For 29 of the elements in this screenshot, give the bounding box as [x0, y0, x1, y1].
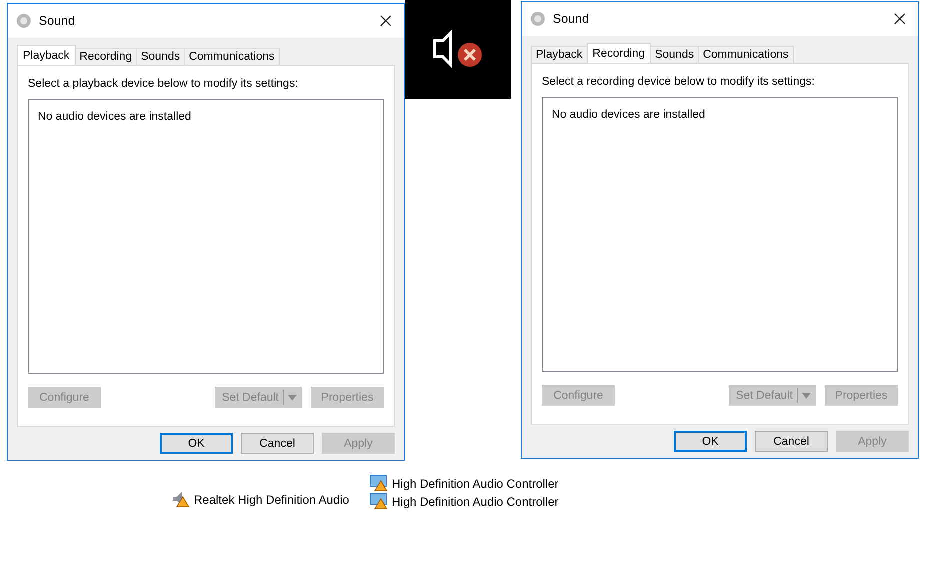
device-name[interactable]: High Definition Audio Controller [392, 476, 559, 490]
close-icon[interactable] [894, 13, 906, 25]
muted-speaker-icon [433, 28, 483, 70]
warning-monitor-icon [370, 493, 388, 510]
tab[interactable]: Playback [17, 45, 76, 65]
tab[interactable]: Communications [184, 48, 280, 65]
tab[interactable]: Playback [531, 46, 588, 63]
dialog-button[interactable]: Cancel [755, 431, 828, 452]
device-name[interactable]: Realtek High Definition Audio [194, 492, 350, 506]
instruction-text: Select a playback device below to modify its settings: [28, 78, 300, 90]
caret-icon [802, 392, 811, 398]
empty-list-message: No audio devices are installed [38, 111, 192, 123]
dialog-button[interactable]: OK [160, 433, 233, 454]
dialog-button[interactable]: OK [674, 431, 747, 452]
warning-monitor-icon [370, 475, 388, 492]
empty-list-message: No audio devices are installed [552, 109, 706, 121]
device-list[interactable]: No audio devices are installed [542, 97, 898, 372]
instruction-text: Select a recording device below to modify its settings: [542, 76, 816, 88]
device-list[interactable]: No audio devices are installed [28, 99, 384, 374]
tab[interactable]: Communications [698, 46, 794, 63]
caret-icon [288, 394, 297, 400]
window-title: Sound [39, 14, 76, 28]
tab[interactable]: Recording [586, 43, 652, 63]
window-title: Sound [553, 12, 590, 26]
tab[interactable]: Recording [74, 48, 138, 65]
device-name[interactable]: High Definition Audio Controller [392, 494, 559, 508]
dialog-button[interactable]: Cancel [241, 433, 314, 454]
close-icon[interactable] [380, 15, 392, 27]
warning-speaker-icon [172, 491, 190, 508]
